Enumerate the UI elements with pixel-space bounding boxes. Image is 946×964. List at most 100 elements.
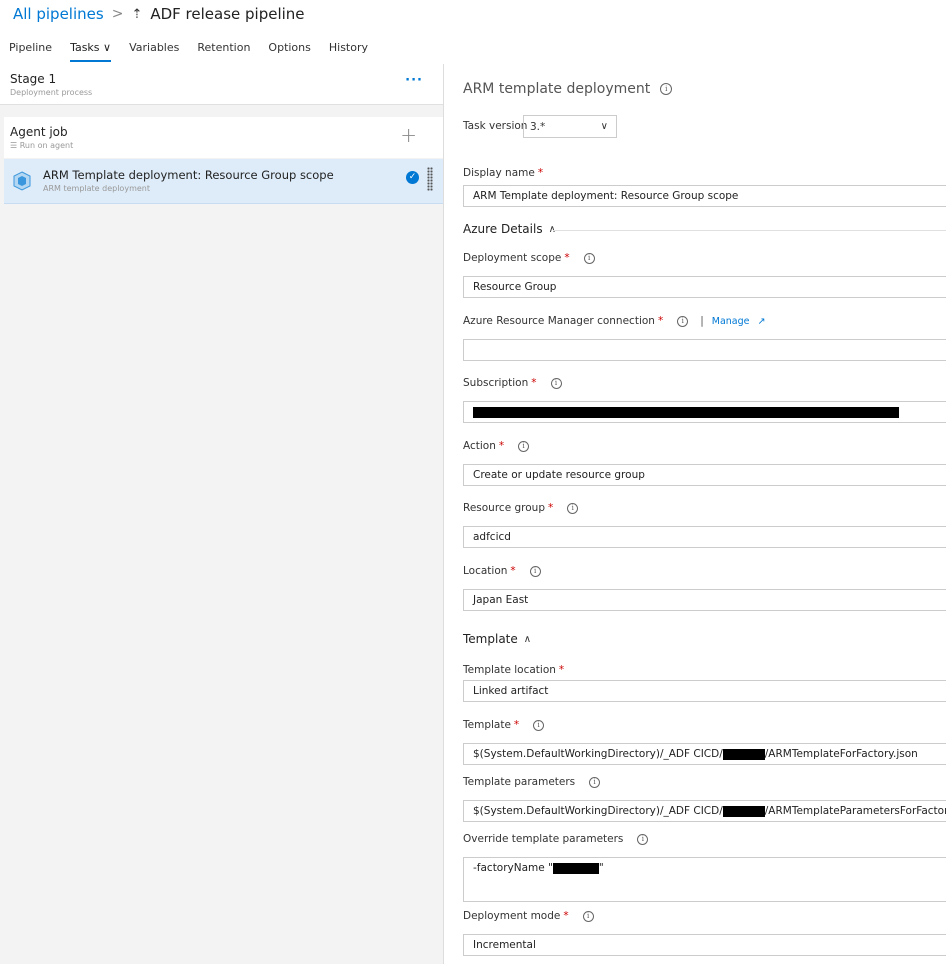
template-section[interactable]: Template ∧	[463, 632, 946, 646]
template-location-label: Template location *	[463, 664, 564, 676]
pipeline-title[interactable]: ADF release pipeline	[150, 5, 304, 23]
template-path-field[interactable]: $(System.DefaultWorkingDirectory)/_ADF C…	[463, 743, 946, 765]
template-path-prefix: $(System.DefaultWorkingDirectory)/_ADF C…	[473, 748, 723, 760]
enabled-check-icon[interactable]: ✓	[406, 171, 419, 184]
manage-link[interactable]: Manage	[712, 316, 750, 327]
external-link-icon[interactable]: ↗	[758, 316, 766, 327]
template-params-label-text: Template parameters	[463, 776, 576, 788]
override-params-label: Override template parameters i	[463, 833, 649, 845]
display-name-label: Display name *	[463, 167, 543, 179]
tab-history[interactable]: History	[320, 40, 377, 62]
tab-tasks[interactable]: Tasks ∨	[61, 40, 120, 62]
top-bar: All pipelines > ⇡ ADF release pipeline P…	[0, 0, 946, 65]
stage-header[interactable]: Stage 1 Deployment process ···	[0, 64, 443, 105]
task-name: ARM Template deployment: Resource Group …	[43, 168, 334, 182]
tab-pipeline[interactable]: Pipeline	[0, 40, 61, 62]
arm-connection-label-text: Azure Resource Manager connection	[463, 315, 655, 327]
required-mark: *	[510, 565, 516, 577]
pipeline-icon: ⇡	[131, 6, 143, 22]
arm-connection-label: Azure Resource Manager connection * i | Mana…	[463, 315, 765, 327]
all-pipelines-link[interactable]: All pipelines	[13, 5, 104, 23]
info-icon[interactable]: i	[589, 776, 601, 788]
template-label: Template * i	[463, 719, 545, 731]
subscription-label: Subscription * i	[463, 377, 562, 389]
panel-title: ARM template deployment i	[463, 81, 673, 97]
info-icon[interactable]: i	[637, 833, 649, 845]
info-icon[interactable]: i	[567, 502, 579, 514]
task-item-arm-deployment[interactable]: ARM Template deployment: Resource Group …	[4, 159, 443, 204]
tab-variables[interactable]: Variables	[120, 40, 188, 62]
info-icon[interactable]: i	[583, 252, 595, 264]
template-location-select[interactable]: Linked artifact	[463, 680, 946, 702]
override-params-textarea[interactable]: -factoryName " "	[463, 857, 946, 902]
info-icon[interactable]: i	[533, 719, 545, 731]
tab-options[interactable]: Options	[259, 40, 319, 62]
location-label-text: Location	[463, 565, 508, 577]
template-params-field[interactable]: $(System.DefaultWorkingDirectory)/_ADF C…	[463, 800, 946, 822]
template-location-label-text: Template location	[463, 664, 556, 676]
required-mark: *	[548, 502, 554, 514]
deployment-scope-select[interactable]: Resource Group	[463, 276, 946, 298]
resource-group-label-text: Resource group	[463, 502, 545, 514]
required-mark: *	[563, 910, 569, 922]
override-suffix: "	[598, 862, 604, 874]
template-params-suffix: /ARMTemplateParametersForFactory.json	[764, 805, 946, 817]
task-version-value: 3.*	[530, 121, 546, 133]
template-section-title: Template	[463, 632, 518, 646]
panel-title-text: ARM template deployment	[463, 81, 651, 97]
action-label-text: Action	[463, 440, 496, 452]
info-icon[interactable]: i	[550, 377, 562, 389]
required-mark: *	[498, 440, 505, 452]
agent-job-sub-text: Run on agent	[19, 141, 74, 150]
info-icon[interactable]: i	[660, 83, 673, 95]
drag-handle-icon[interactable]	[427, 167, 433, 191]
deployment-mode-select[interactable]: Incremental	[463, 934, 946, 956]
deployment-scope-label-text: Deployment scope	[463, 252, 562, 264]
required-mark: *	[657, 315, 664, 327]
chevron-up-icon: ∧	[548, 223, 556, 235]
stage-sub: Deployment process	[10, 88, 93, 97]
info-icon[interactable]: i	[582, 910, 594, 922]
tab-retention[interactable]: Retention	[188, 40, 259, 62]
breadcrumb: All pipelines > ⇡ ADF release pipeline	[13, 5, 305, 23]
task-list-panel: Stage 1 Deployment process ··· Agent job…	[0, 64, 444, 964]
info-icon[interactable]: i	[529, 565, 541, 577]
agent-job-name: Agent job	[10, 125, 68, 139]
required-mark: *	[531, 377, 537, 389]
subscription-select[interactable]	[463, 401, 946, 423]
redacted-block	[722, 748, 765, 760]
resource-group-select[interactable]: adfcicd	[463, 526, 946, 548]
location-select[interactable]: Japan East	[463, 589, 946, 611]
redacted-block	[473, 406, 899, 418]
agent-job[interactable]: Agent job ☰ Run on agent +	[4, 117, 443, 158]
info-icon[interactable]: i	[518, 440, 530, 452]
chevron-up-icon: ∧	[523, 633, 532, 645]
template-params-label: Template parameters i	[463, 776, 601, 788]
chevron-down-icon: ∨	[600, 121, 608, 132]
display-name-label-text: Display name	[463, 167, 535, 179]
required-mark: *	[537, 167, 544, 179]
deployment-mode-label-text: Deployment mode	[463, 910, 561, 922]
breadcrumb-separator: >	[111, 6, 124, 22]
required-mark: *	[513, 719, 520, 731]
template-params-prefix: $(System.DefaultWorkingDirectory)/_ADF C…	[473, 805, 723, 817]
task-settings-panel: ARM template deployment i Task version 3.…	[444, 64, 946, 964]
required-mark: *	[564, 252, 570, 264]
info-icon[interactable]: i	[677, 315, 689, 327]
add-task-icon[interactable]: +	[400, 123, 417, 147]
location-label: Location * i	[463, 565, 541, 577]
redacted-block	[722, 805, 765, 817]
deployment-mode-label: Deployment mode * i	[463, 910, 594, 922]
template-path-suffix: /ARMTemplateForFactory.json	[764, 748, 918, 760]
more-options-icon[interactable]: ···	[405, 73, 423, 88]
arm-template-icon	[13, 171, 31, 191]
subscription-label-text: Subscription	[463, 377, 529, 389]
action-select[interactable]: Create or update resource group	[463, 464, 946, 486]
task-version-select[interactable]: 3.* ∨	[523, 115, 617, 138]
separator: |	[700, 315, 704, 327]
display-name-field[interactable]: ARM Template deployment: Resource Group …	[463, 185, 946, 207]
override-params-label-text: Override template parameters	[463, 833, 624, 845]
azure-details-section[interactable]: Azure Details ∧	[463, 222, 946, 236]
action-label: Action * i	[463, 440, 530, 452]
arm-connection-select[interactable]	[463, 339, 946, 361]
